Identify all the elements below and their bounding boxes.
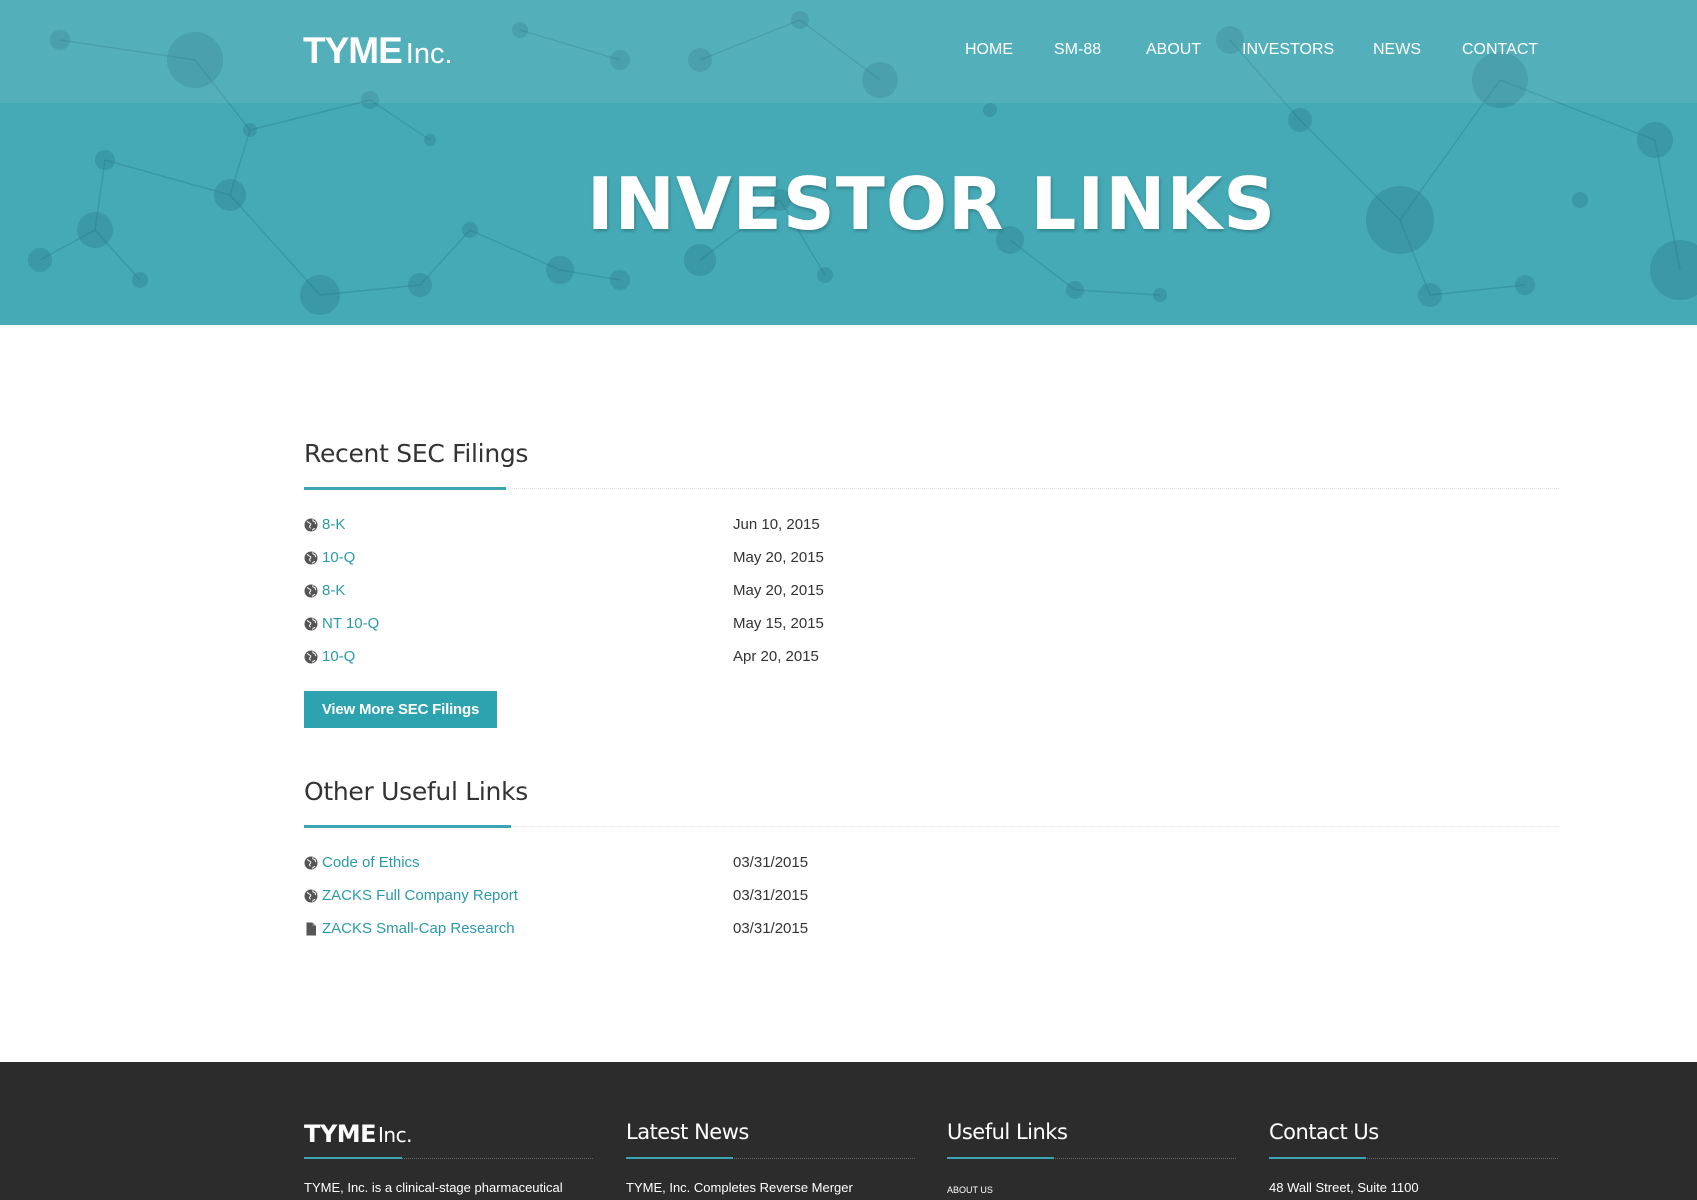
link-date: 03/31/2015 xyxy=(733,920,809,937)
sec-filings-heading: Recent SEC Filings xyxy=(304,439,529,468)
link-row: ZACKS Full Company Report 03/31/2015 xyxy=(304,887,1004,909)
footer-news-column: Latest News TYME, Inc. Completes Reverse… xyxy=(626,1120,915,1200)
useful-links-header: Other Useful Links xyxy=(304,777,1559,828)
globe-icon xyxy=(304,551,318,565)
filing-date: Apr 20, 2015 xyxy=(733,648,819,665)
file-icon xyxy=(306,922,316,936)
heading-accent-bar xyxy=(304,825,511,828)
footer-contact-heading: Contact Us xyxy=(1269,1120,1379,1144)
page-title: INVESTOR LINKS xyxy=(586,162,1277,246)
filing-link[interactable]: 10-Q xyxy=(322,549,355,566)
globe-icon xyxy=(304,856,318,870)
footer-accent-bar xyxy=(1269,1157,1366,1159)
footer-links-heading: Useful Links xyxy=(947,1120,1068,1144)
filing-row: 10-Q Apr 20, 2015 xyxy=(304,648,1004,670)
footer-brand-description: TYME, Inc. is a clinical-stage pharmaceu… xyxy=(304,1180,563,1195)
nav-home[interactable]: HOME xyxy=(965,41,1013,59)
useful-link[interactable]: ZACKS Small-Cap Research xyxy=(322,920,515,937)
filing-link[interactable]: 8-K xyxy=(322,582,345,599)
filing-date: May 20, 2015 xyxy=(733,549,824,566)
useful-links-heading: Other Useful Links xyxy=(304,777,528,806)
filing-link[interactable]: NT 10-Q xyxy=(322,615,379,632)
hero-banner: TYME Inc. HOME SM-88 ABOUT INVESTORS NEWS… xyxy=(0,0,1697,325)
link-date: 03/31/2015 xyxy=(733,854,809,871)
view-more-sec-filings-button[interactable]: View More SEC Filings xyxy=(304,691,497,728)
main-nav: HOME SM-88 ABOUT INVESTORS NEWS CONTACT xyxy=(0,41,1697,65)
footer-news-item[interactable]: TYME, Inc. Completes Reverse Merger xyxy=(626,1180,853,1195)
footer-accent-bar xyxy=(304,1157,402,1159)
link-date: 03/31/2015 xyxy=(733,887,809,904)
filing-date: Jun 10, 2015 xyxy=(733,516,820,533)
useful-link[interactable]: Code of Ethics xyxy=(322,854,420,871)
footer-link-item[interactable]: ABOUT US xyxy=(947,1185,993,1195)
heading-accent-bar xyxy=(304,487,506,490)
footer-accent-bar xyxy=(947,1157,1054,1159)
nav-contact[interactable]: CONTACT xyxy=(1462,41,1538,59)
filing-date: May 20, 2015 xyxy=(733,582,824,599)
footer-news-heading: Latest News xyxy=(626,1120,749,1144)
nav-about[interactable]: ABOUT xyxy=(1146,41,1201,59)
globe-icon xyxy=(304,518,318,532)
filing-row: 8-K Jun 10, 2015 xyxy=(304,516,1004,538)
filing-row: NT 10-Q May 15, 2015 xyxy=(304,615,1004,637)
footer-links-column: Useful Links ABOUT US xyxy=(947,1120,1236,1200)
footer-logo[interactable]: TYME Inc. xyxy=(304,1120,412,1148)
footer-accent-bar xyxy=(626,1157,733,1159)
nav-news[interactable]: NEWS xyxy=(1373,41,1421,59)
footer-brand-name-bold: TYME xyxy=(304,1120,377,1148)
footer-address: 48 Wall Street, Suite 1100 xyxy=(1269,1180,1419,1195)
globe-icon xyxy=(304,889,318,903)
filing-row: 8-K May 20, 2015 xyxy=(304,582,1004,604)
globe-icon xyxy=(304,584,318,598)
filing-date: May 15, 2015 xyxy=(733,615,824,632)
globe-icon xyxy=(304,617,318,631)
footer-contact-column: Contact Us 48 Wall Street, Suite 1100 xyxy=(1269,1120,1558,1200)
sec-filings-header: Recent SEC Filings xyxy=(304,439,1559,490)
nav-investors[interactable]: INVESTORS xyxy=(1242,41,1334,59)
filing-link[interactable]: 8-K xyxy=(322,516,345,533)
link-row: ZACKS Small-Cap Research 03/31/2015 xyxy=(304,920,1004,942)
useful-link[interactable]: ZACKS Full Company Report xyxy=(322,887,518,904)
globe-icon xyxy=(304,650,318,664)
filing-link[interactable]: 10-Q xyxy=(322,648,355,665)
link-row: Code of Ethics 03/31/2015 xyxy=(304,854,1004,876)
footer-brand-column: TYME Inc. TYME, Inc. is a clinical-stage … xyxy=(304,1120,593,1200)
filing-row: 10-Q May 20, 2015 xyxy=(304,549,1004,571)
footer-brand-name-light: Inc. xyxy=(378,1123,412,1147)
site-footer: TYME Inc. TYME, Inc. is a clinical-stage … xyxy=(0,1062,1697,1200)
nav-sm-88[interactable]: SM-88 xyxy=(1054,41,1101,59)
